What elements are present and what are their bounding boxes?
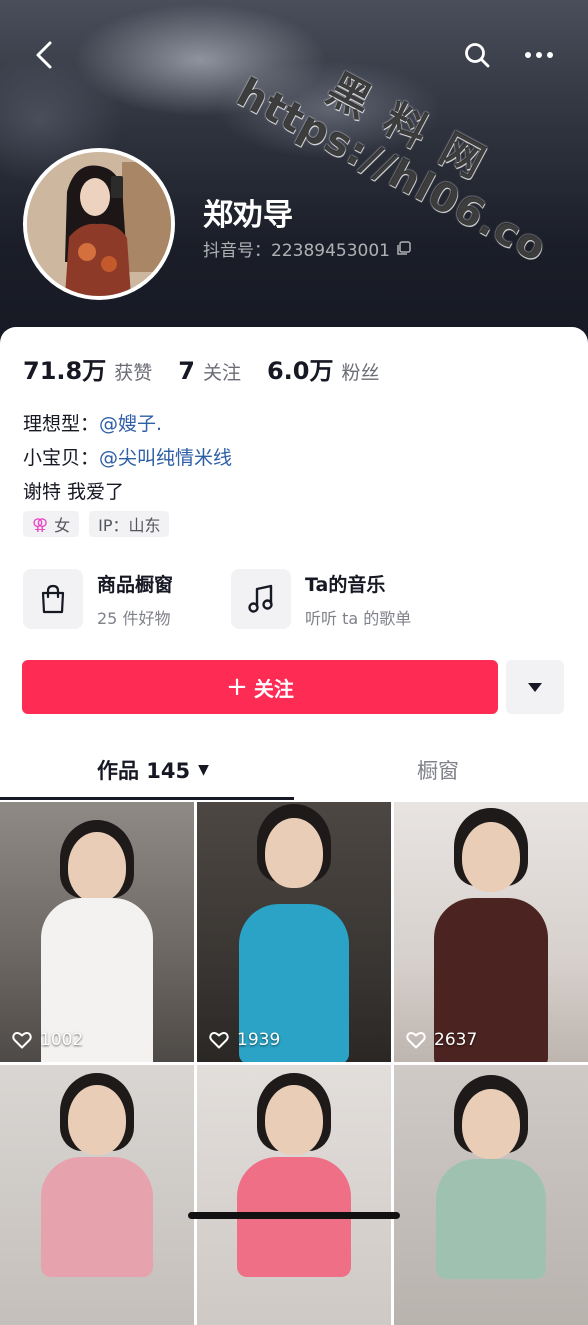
heart-icon (406, 1032, 426, 1049)
music-note-icon (231, 569, 291, 629)
shop-window-entry[interactable]: 商品橱窗 25 件好物 (23, 569, 173, 629)
recommend-dropdown-button[interactable] (506, 660, 564, 714)
avatar[interactable] (23, 148, 175, 300)
follow-button[interactable]: + 关注 (22, 660, 498, 714)
copy-icon[interactable] (396, 241, 411, 256)
caret-down-icon: ▼ (198, 762, 209, 778)
home-indicator (188, 1212, 400, 1219)
tab-works[interactable]: 作品 145 ▼ (97, 755, 209, 785)
stat-label: 获赞 (114, 362, 153, 384)
mention-link[interactable]: @嫂子. (99, 413, 162, 435)
video-thumbnail[interactable] (197, 1065, 391, 1325)
back-icon[interactable] (28, 38, 62, 72)
stat-number: 6.0万 (266, 357, 334, 385)
bio-line: 谢特 我爱了 (23, 481, 125, 503)
video-thumbnail[interactable]: 1939 (197, 802, 391, 1062)
douyin-id[interactable]: 抖音号：22389453001 (203, 236, 411, 261)
tab-label: 橱窗 (417, 759, 459, 783)
follow-label: 关注 (253, 676, 294, 701)
content-tabs: 作品 145 ▼ 橱窗 (0, 745, 588, 801)
feature-subtitle: 听听 ta 的歌单 (305, 608, 412, 628)
like-count: 2637 (406, 1030, 477, 1050)
stat-number: 71.8万 (23, 357, 107, 385)
video-thumbnail[interactable]: 2637 (394, 802, 588, 1062)
caret-down-icon (528, 682, 542, 692)
feature-title: Ta的音乐 (305, 573, 386, 596)
feature-title: 商品橱窗 (97, 573, 174, 596)
like-count: 1002 (12, 1030, 83, 1050)
bio: 理想型：@嫂子. 小宝贝：@尖叫纯情米线 谢特 我爱了 (23, 407, 232, 509)
stat-label: 粉丝 (341, 362, 380, 384)
stat-label: 关注 (202, 362, 241, 384)
douyin-id-text: 抖音号：22389453001 (203, 241, 390, 261)
tab-shop-window[interactable]: 橱窗 (417, 755, 459, 785)
heart-icon (12, 1032, 32, 1049)
nickname: 郑劝导 (203, 198, 293, 233)
like-number: 1939 (237, 1030, 281, 1050)
search-icon[interactable] (460, 38, 494, 72)
tab-label: 作品 145 (97, 759, 191, 783)
profile-header: 黑料网 https://hl06.co 郑劝导 抖音号：22389453001 (0, 0, 588, 350)
bio-line: 小宝贝：@尖叫纯情米线 (23, 441, 232, 475)
mention-link[interactable]: @尖叫纯情米线 (99, 447, 232, 469)
active-tab-indicator (0, 797, 294, 800)
stat-following[interactable]: 7 关注 (178, 357, 241, 385)
like-number: 1002 (40, 1030, 84, 1050)
like-count: 1939 (209, 1030, 280, 1050)
stat-number: 7 (178, 357, 195, 385)
female-icon: ⚢ (32, 514, 49, 534)
stats-row: 71.8万 获赞 7 关注 6.0万 粉丝 (23, 351, 405, 386)
feature-subtitle: 25 件好物 (97, 608, 171, 628)
more-icon[interactable] (522, 38, 556, 72)
music-entry[interactable]: Ta的音乐 听听 ta 的歌单 (231, 569, 411, 629)
plus-icon: + (226, 672, 248, 702)
like-number: 2637 (434, 1030, 478, 1050)
tags-row: ⚢ 女 IP：山东 (23, 511, 179, 537)
bio-prefix: 理想型： (23, 413, 100, 435)
video-thumbnail[interactable]: 1002 (0, 802, 194, 1062)
video-thumbnail[interactable] (0, 1065, 194, 1325)
shopping-bag-icon (23, 569, 83, 629)
heart-icon (209, 1032, 229, 1049)
gender-tag: ⚢ 女 (23, 511, 80, 537)
stat-followers[interactable]: 6.0万 粉丝 (267, 351, 380, 386)
bio-line: 理想型：@嫂子. (23, 407, 232, 441)
bio-prefix: 小宝贝： (23, 447, 100, 469)
gender-label: 女 (54, 516, 71, 535)
stat-likes[interactable]: 71.8万 获赞 (23, 351, 152, 386)
ip-tag: IP：山东 (89, 511, 170, 537)
video-grid: 1002 1939 2637 (0, 802, 588, 1325)
video-thumbnail[interactable] (394, 1065, 588, 1325)
